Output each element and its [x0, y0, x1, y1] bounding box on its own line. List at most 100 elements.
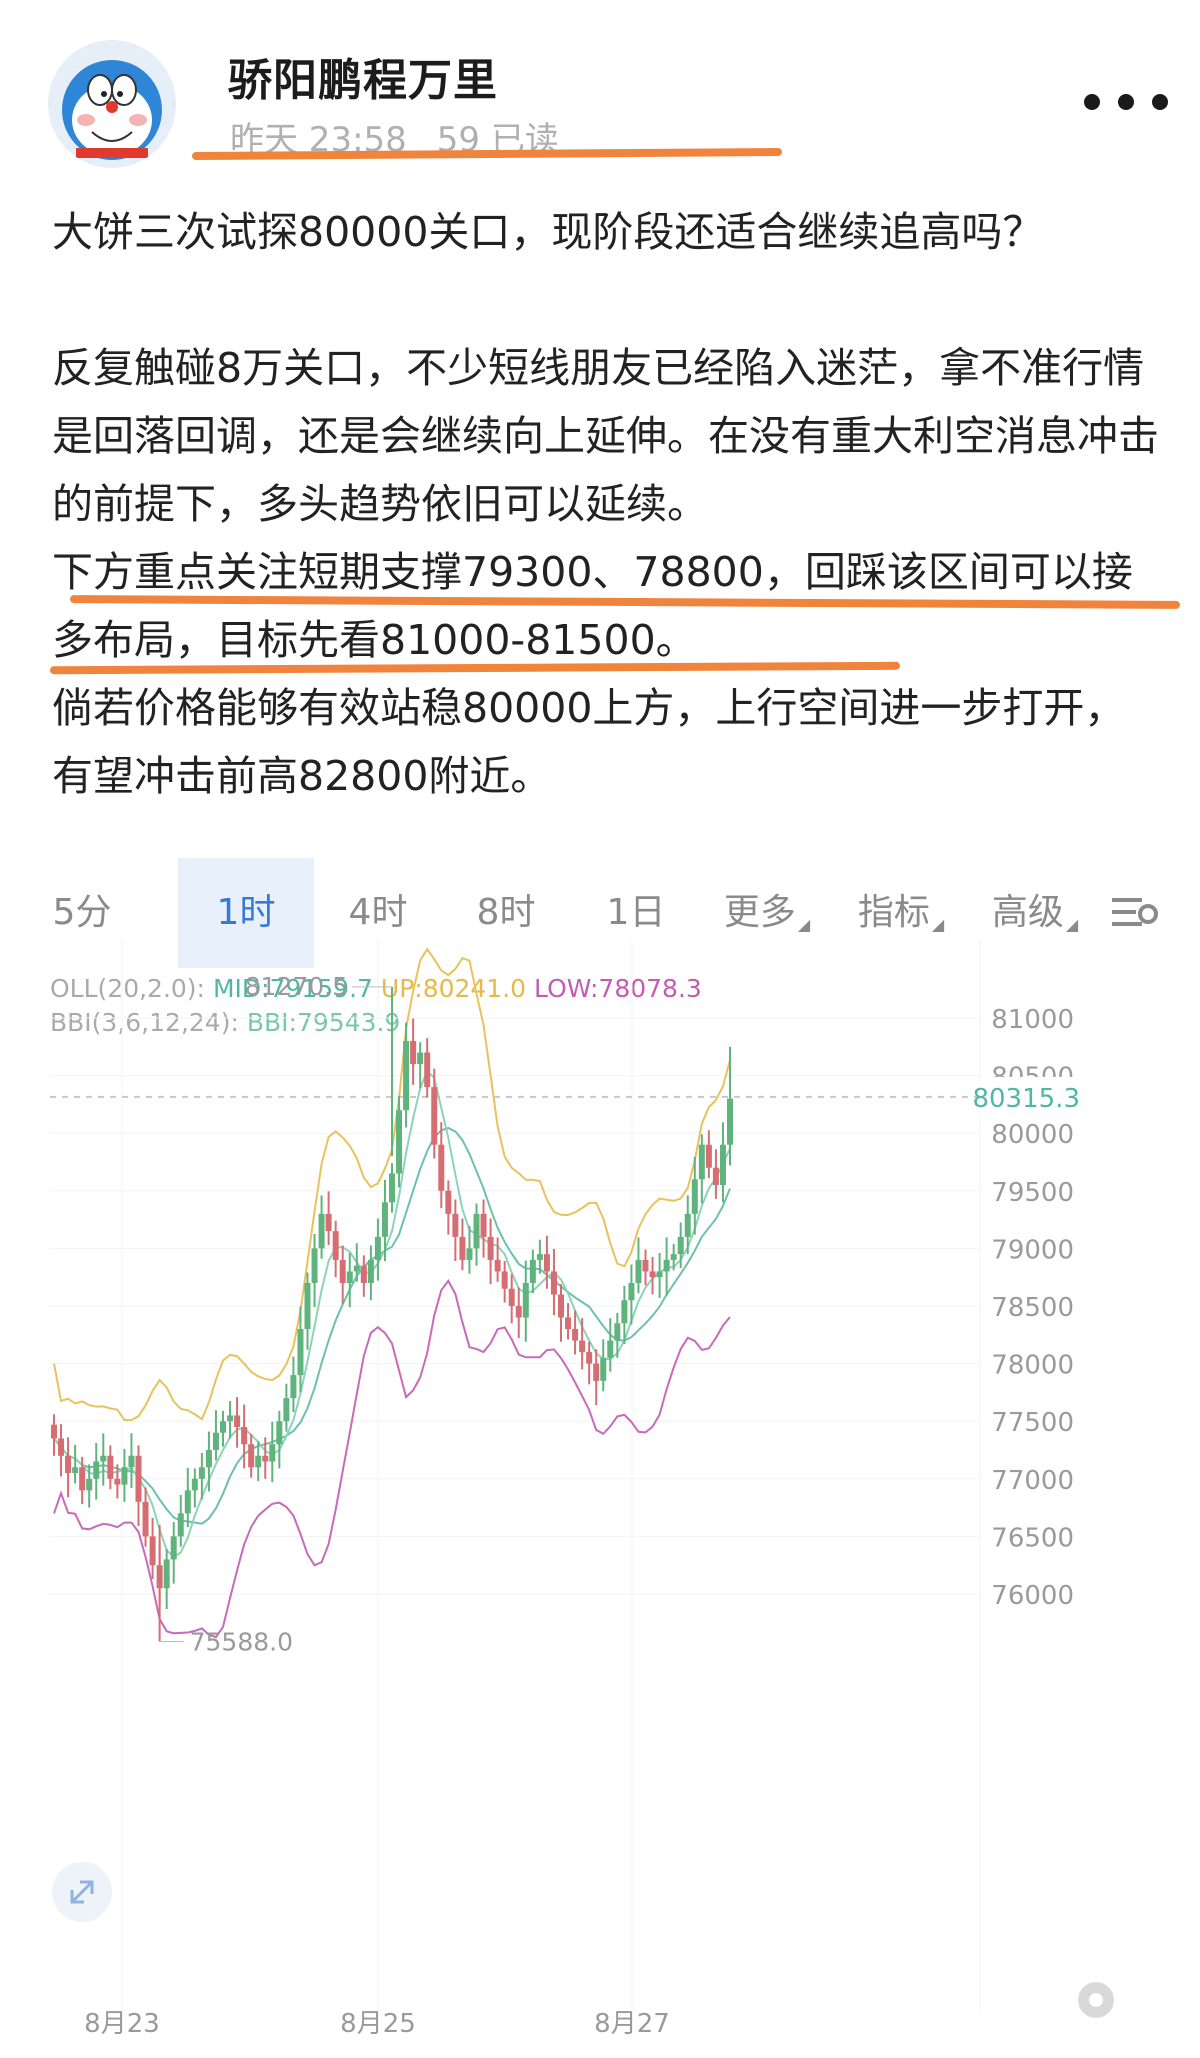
- candle-body: [297, 1329, 304, 1376]
- candle-body: [276, 1421, 283, 1445]
- candle-body: [684, 1213, 691, 1237]
- candle-body: [431, 1087, 438, 1145]
- candle-body: [212, 1432, 219, 1450]
- more-dot-icon: [1084, 94, 1100, 110]
- candle-body: [304, 1282, 311, 1330]
- candle-body: [79, 1467, 86, 1491]
- candle-body: [241, 1426, 248, 1445]
- candle-body: [360, 1265, 367, 1283]
- candle-body: [114, 1478, 121, 1485]
- post-paragraph: 反复触碰8万关口，不少短线朋友已经陷入迷茫，拿不准行情是回落回调，还是会继续向上…: [52, 344, 1159, 528]
- candle-body: [332, 1231, 339, 1260]
- post-paragraph: 倘若价格能够有效站稳80000上方，上行空间进一步打开，有望冲击前高82800附…: [52, 684, 1126, 800]
- y-tick-label: 76000: [991, 1581, 1074, 1611]
- candle-body: [177, 1513, 184, 1537]
- candle-body: [86, 1478, 93, 1491]
- candle-body: [234, 1415, 241, 1427]
- post-body: 大饼三次试探80000关口，现阶段还适合继续追高吗？ 反复触碰8万关口，不少短线…: [52, 198, 1162, 810]
- candle-body: [600, 1357, 607, 1381]
- candle-body: [677, 1236, 684, 1255]
- boll-lower-line: [53, 1279, 731, 1639]
- avatar[interactable]: [48, 40, 176, 168]
- y-tick-label: 78500: [991, 1293, 1074, 1323]
- candle-body: [663, 1259, 670, 1272]
- post-title-paragraph: 大饼三次试探80000关口，现阶段还适合继续追高吗？: [52, 208, 1044, 256]
- candle-body: [621, 1300, 628, 1324]
- candle-body: [58, 1438, 65, 1456]
- candle-body: [529, 1259, 536, 1283]
- candle-body: [691, 1179, 698, 1214]
- candle-body: [255, 1455, 262, 1468]
- candlestick-chart[interactable]: 8100080500800007950079000785007800077500…: [50, 850, 1160, 2058]
- candle-body: [494, 1259, 501, 1272]
- candle-body: [269, 1444, 276, 1462]
- candle-body: [635, 1259, 642, 1283]
- candle-body: [614, 1323, 621, 1341]
- expand-icon[interactable]: [50, 1860, 114, 1924]
- more-dot-icon: [1118, 94, 1134, 110]
- y-tick-label: 76500: [991, 1523, 1074, 1553]
- candle-body: [290, 1375, 297, 1399]
- y-tick-label: 78000: [991, 1351, 1074, 1381]
- candle-body: [417, 1052, 424, 1065]
- candle-body: [353, 1265, 360, 1272]
- candle-body: [191, 1478, 198, 1491]
- candle-body: [100, 1455, 107, 1462]
- candle-body: [712, 1167, 719, 1186]
- candle-body: [93, 1461, 100, 1479]
- candle-body: [565, 1317, 572, 1330]
- candle-body: [508, 1288, 515, 1306]
- y-tick-label: 77000: [991, 1466, 1074, 1496]
- candle-body: [579, 1340, 586, 1353]
- candle-body: [325, 1213, 332, 1232]
- candle-body: [558, 1294, 564, 1318]
- candle-body: [642, 1259, 649, 1272]
- x-tick-label: 8月25: [340, 2009, 416, 2039]
- candle-body: [374, 1236, 381, 1260]
- candle-body: [487, 1236, 494, 1260]
- candle-body: [607, 1340, 614, 1358]
- candle-body: [536, 1254, 543, 1260]
- candle-body: [72, 1467, 79, 1474]
- candle-body: [649, 1271, 656, 1278]
- candle-body: [367, 1259, 374, 1283]
- candle-body: [445, 1190, 452, 1214]
- x-tick-label: 8月27: [594, 2009, 670, 2039]
- candle-body: [410, 1041, 417, 1065]
- candle-body: [459, 1236, 466, 1260]
- candle-body: [698, 1144, 705, 1180]
- candle-body: [403, 1041, 410, 1111]
- candle-body: [346, 1271, 353, 1283]
- candle-body: [656, 1271, 663, 1278]
- price-chart-panel: 5分 1时 4时 8时 1日 更多 ◢ 指标 ◢ 高级 ◢ OLL(20,2.0): …: [50, 850, 1160, 2058]
- candle-body: [670, 1254, 677, 1260]
- candle-body: [586, 1352, 593, 1364]
- candle-body: [480, 1213, 487, 1237]
- current-price-label: 80315.3: [972, 1084, 1080, 1114]
- candle-body: [170, 1536, 177, 1560]
- high-price-label: 81270.5: [245, 972, 348, 1001]
- candle-body: [396, 1110, 403, 1174]
- candle-body: [628, 1282, 635, 1301]
- reset-view-icon[interactable]: [1076, 1980, 1116, 2020]
- candle-body: [381, 1202, 388, 1237]
- y-tick-label: 81000: [991, 1005, 1074, 1035]
- candle-body: [184, 1490, 191, 1514]
- low-price-label: 75588.0: [190, 1627, 293, 1656]
- candle-body: [705, 1144, 712, 1168]
- more-dot-icon: [1152, 94, 1168, 110]
- candle-body: [283, 1398, 290, 1422]
- post-header: 骄阳鹏程万里 昨天 23:58 59 已读: [0, 0, 1200, 170]
- more-options-button[interactable]: [1084, 82, 1168, 122]
- candle-body: [142, 1501, 149, 1537]
- candle-body: [501, 1271, 508, 1289]
- doraemon-avatar-icon: [48, 40, 176, 168]
- candle-body: [719, 1144, 726, 1186]
- candle-body: [135, 1455, 142, 1502]
- author-name[interactable]: 骄阳鹏程万里: [228, 44, 498, 108]
- candle-body: [543, 1254, 550, 1272]
- candle-body: [389, 1173, 395, 1203]
- candle-body: [593, 1363, 600, 1381]
- candle-body: [572, 1329, 579, 1341]
- candle-body: [65, 1455, 72, 1474]
